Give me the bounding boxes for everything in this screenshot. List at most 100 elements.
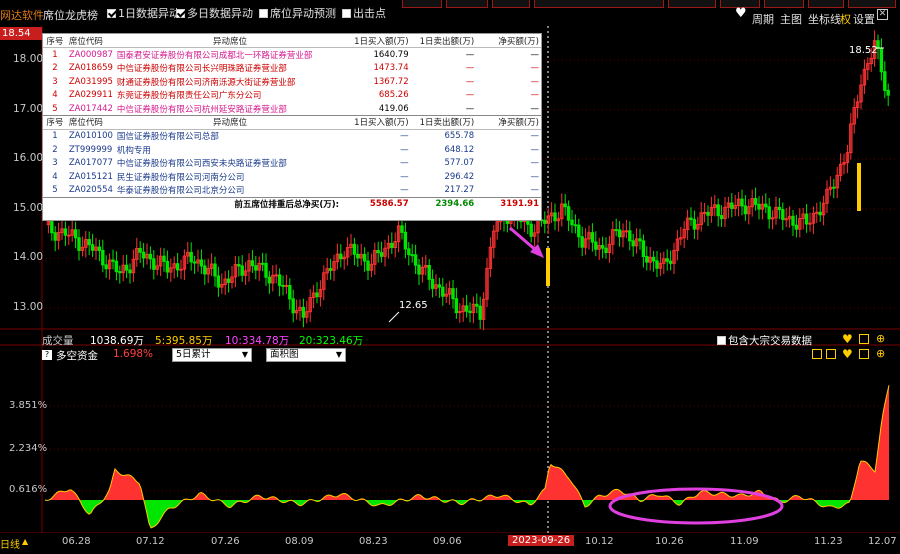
candle-body xyxy=(352,243,357,255)
volume-ma20: 20:323.46万 xyxy=(299,335,364,347)
current-price-tag: 18.54 xyxy=(0,27,42,40)
row-no: 5 xyxy=(52,185,58,196)
candle-body xyxy=(451,288,455,300)
row-no: 2 xyxy=(52,62,58,73)
sell-seat-row[interactable]: 2 ZT999999 机构专用 — 648.12 — xyxy=(43,143,541,157)
caret-up-icon[interactable]: ▲ xyxy=(22,537,28,546)
candle-body xyxy=(152,258,156,270)
checkbox-1day[interactable] xyxy=(107,9,116,18)
option-predict[interactable]: 席位异动预测 xyxy=(259,5,336,21)
top-tab-5[interactable] xyxy=(668,0,716,8)
close-icon[interactable]: ✕ xyxy=(877,9,888,20)
candle-body xyxy=(777,206,782,211)
checkbox-strike[interactable] xyxy=(342,9,351,18)
buy-seat-row[interactable]: 2 ZA018659 中信证券股份有限公司长兴明珠路证券营业部 1473.74 … xyxy=(43,61,541,75)
zoom-icon[interactable]: ⊕ xyxy=(876,332,885,345)
top-tab-4[interactable] xyxy=(534,0,664,8)
rights-button[interactable]: 权 xyxy=(840,11,851,27)
candle-body xyxy=(165,260,170,273)
candle-body xyxy=(128,269,132,274)
top-tab-8[interactable] xyxy=(808,0,844,8)
option-multiday[interactable]: 多日数据异动 xyxy=(176,5,253,21)
sell-seat-row[interactable]: 4 ZA015121 民生证券股份有限公司河南分公司 — 296.42 — xyxy=(43,170,541,184)
buy-seat-row[interactable]: 3 ZA031995 财通证券股份有限公司济南泺源大街证券营业部 1367.72… xyxy=(43,75,541,89)
checkbox-predict[interactable] xyxy=(259,9,268,18)
period-button[interactable]: 周期 xyxy=(752,11,774,27)
top-tab-3[interactable] xyxy=(492,0,530,8)
row-no: 5 xyxy=(52,103,58,114)
row-net: — xyxy=(530,158,540,169)
buy-seat-row[interactable]: 1 ZA000987 国泰君安证券股份有限公司成都北一环路证券营业部 1640.… xyxy=(43,48,541,62)
window-icon[interactable] xyxy=(859,334,869,344)
axis-line-button[interactable]: 坐标线 xyxy=(808,11,841,27)
row-sell: 217.27 xyxy=(444,185,475,196)
candle-body xyxy=(604,247,608,253)
main-chart-button[interactable]: 主图 xyxy=(780,11,802,27)
candle-body xyxy=(631,240,635,247)
candle-body xyxy=(641,240,646,258)
candle-body xyxy=(356,253,360,259)
row-net: — xyxy=(530,62,540,73)
row-no: 1 xyxy=(52,131,58,142)
row-code: ZT999999 xyxy=(68,144,113,155)
candle-body xyxy=(478,305,482,320)
window-icon[interactable] xyxy=(859,349,869,359)
heart-icon[interactable]: ♥ xyxy=(842,332,853,346)
header-code: 席位代码 xyxy=(66,115,115,130)
candle-body xyxy=(379,252,384,257)
period-label[interactable]: 日线 xyxy=(0,536,20,551)
window-icon[interactable] xyxy=(826,349,836,359)
buy-seat-row[interactable]: 5 ZA017442 中信证券股份有限公司杭州延安路证券营业部 419.06 —… xyxy=(43,102,541,116)
candle-body xyxy=(651,256,656,262)
candle-body xyxy=(594,241,598,250)
candle-body xyxy=(138,247,142,253)
heart-icon[interactable]: ♥ xyxy=(735,7,747,20)
top-bar: 网达软件 席位龙虎榜 1日数据异动 多日数据异动 席位异动预测 出击点 ♥ 周期… xyxy=(0,0,900,26)
row-net: — xyxy=(530,103,540,114)
top-tab-1[interactable] xyxy=(402,0,442,8)
heart-icon[interactable]: ♥ xyxy=(842,347,853,361)
chart-type-select[interactable]: 面积图 ▼ xyxy=(266,348,346,362)
option-1day[interactable]: 1日数据异动 xyxy=(107,5,180,21)
row-code: ZA017442 xyxy=(68,103,113,114)
buy-seat-row[interactable]: 4 ZA029911 东莞证券股份有限责任公司广东分公司 685.26 — — xyxy=(43,88,541,102)
option-strike[interactable]: 出击点 xyxy=(342,5,386,21)
sell-seat-row[interactable]: 3 ZA017077 中信证券股份有限公司西安未央路证券营业部 — 577.07… xyxy=(43,156,541,170)
candle-body xyxy=(563,203,567,208)
row-seat: 中信证券股份有限公司杭州延安路证券营业部 xyxy=(116,104,287,115)
sell-seat-row[interactable]: 5 ZA020554 华泰证券股份有限公司北京分公司 — 217.27 — xyxy=(43,184,541,198)
header-seat: 异动席位 xyxy=(114,115,346,130)
top-tab-7[interactable] xyxy=(764,0,804,8)
chevron-down-icon: ▼ xyxy=(241,350,248,359)
top-tab-2[interactable] xyxy=(446,0,488,8)
window-icon[interactable] xyxy=(812,349,822,359)
row-code: ZA000987 xyxy=(68,49,113,60)
candle-body xyxy=(281,284,285,287)
checkbox-multiday[interactable] xyxy=(176,9,185,18)
header-code: 席位代码 xyxy=(66,34,115,49)
indicator-area-positive xyxy=(537,464,583,502)
total-row: 前五席位排重后总净买(万): 5586.57 2394.66 3191.91 xyxy=(43,196,541,211)
date-label: 06.28 xyxy=(62,536,91,547)
sell-seat-row[interactable]: 1 ZA010100 国信证券股份有限公司总部 — 655.78 — xyxy=(43,129,541,143)
date-label: 10.12 xyxy=(585,536,614,547)
candle-body xyxy=(818,211,822,216)
seat-ranking-popup: 序号 席位代码 异动席位 1日买入额(万) 1日卖出额(万) 净买额(万) 1 … xyxy=(42,33,542,221)
row-net: — xyxy=(530,131,540,142)
block-trade-checkbox[interactable] xyxy=(717,336,726,345)
period-select[interactable]: 5日累计 ▼ xyxy=(172,348,252,362)
candle-body xyxy=(590,232,595,243)
indicator-value: 1.698% xyxy=(113,348,154,360)
candle-body xyxy=(577,224,581,238)
low-marker xyxy=(388,311,400,323)
settings-button[interactable]: 设置 xyxy=(853,11,875,27)
indicator-axis-label: 2.234% xyxy=(9,443,48,454)
candle-body xyxy=(475,303,479,307)
zoom-icon[interactable]: ⊕ xyxy=(876,347,885,360)
row-seat: 民生证券股份有限公司河南分公司 xyxy=(116,172,245,183)
help-icon[interactable]: ? xyxy=(42,350,52,360)
candle-body xyxy=(403,231,408,250)
candle-body xyxy=(665,258,669,262)
top-tab-9[interactable] xyxy=(848,0,896,8)
block-trade-option[interactable]: 包含大宗交易数据 xyxy=(717,333,812,348)
